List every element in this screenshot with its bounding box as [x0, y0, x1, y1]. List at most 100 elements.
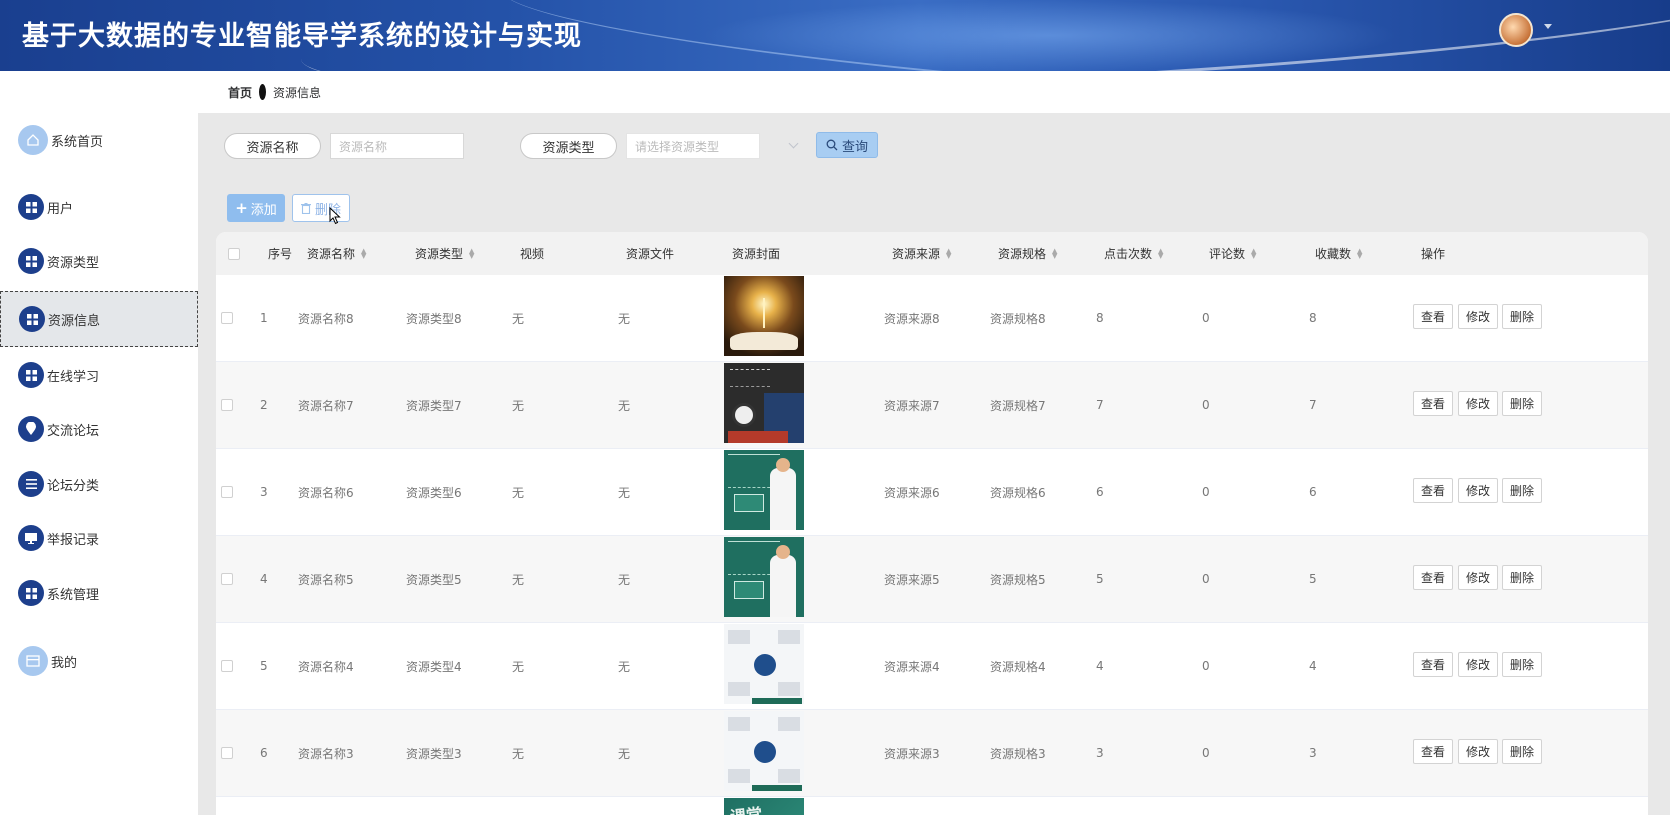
header-type[interactable]: 资源类型 ▲ ▼: [415, 232, 474, 275]
delete-button[interactable]: 删除: [1502, 652, 1542, 677]
view-button[interactable]: 查看: [1413, 565, 1453, 590]
edit-button[interactable]: 修改: [1458, 652, 1498, 677]
table-row[interactable]: 5 资源名称4 资源类型4 无 无 资源来源4 资源规格4 4 0 4 查看 修改 删除: [216, 623, 1648, 710]
header-spec[interactable]: 资源规格 ▲ ▼: [998, 232, 1057, 275]
cell-name: 资源名称5: [298, 572, 354, 587]
sidebar-item-label: 举报记录: [47, 532, 100, 548]
resource-cover-image: 课堂: [724, 798, 804, 815]
row-checkbox[interactable]: [221, 449, 233, 535]
sidebar-item-label: 资源信息: [48, 313, 101, 329]
header-favorites[interactable]: 收藏数 ▲ ▼: [1315, 232, 1362, 275]
main-content: 资源名称 资源名称 资源类型 请选择资源类型 查询 + 添加 删除 序号 资源名…: [198, 113, 1670, 815]
header-comments-label: 评论数: [1209, 247, 1246, 261]
resource-table: 序号 资源名称 ▲ ▼ 资源类型 ▲ ▼ 视频 资源文件 资源封面 资源来源 ▲ ▼ 资源规…: [216, 232, 1648, 815]
sidebar-item-resource-type[interactable]: 资源类型: [0, 234, 198, 288]
delete-button[interactable]: 删除: [1502, 391, 1542, 416]
resource-type-select[interactable]: 请选择资源类型: [626, 133, 760, 159]
cell-type: 资源类型4: [406, 659, 462, 674]
search-icon: [826, 139, 838, 151]
row-checkbox[interactable]: [221, 275, 233, 361]
chevron-down-icon[interactable]: [1544, 24, 1552, 29]
cell-file: 无: [618, 572, 631, 587]
header-clicks[interactable]: 点击次数 ▲ ▼: [1104, 232, 1163, 275]
sidebar-item-home[interactable]: 系统首页: [0, 113, 198, 167]
edit-button[interactable]: 修改: [1458, 739, 1498, 764]
cell-index: 6: [260, 746, 268, 760]
row-checkbox[interactable]: [221, 362, 233, 448]
select-all-checkbox[interactable]: [228, 232, 240, 275]
query-button[interactable]: 查询: [816, 132, 878, 158]
delete-button[interactable]: 删除: [1502, 739, 1542, 764]
sidebar-item-system-management[interactable]: 系统管理: [0, 566, 198, 620]
cell-spec: 资源规格7: [990, 398, 1046, 413]
sidebar-item-online-learning[interactable]: 在线学习: [0, 348, 198, 402]
breadcrumb-home[interactable]: 首页: [228, 84, 252, 101]
table-row[interactable]: 3 资源名称6 资源类型6 无 无 资源来源6 资源规格6 6 0 6 查看 修改 删除: [216, 449, 1648, 536]
cell-clicks: 5: [1096, 572, 1104, 586]
sort-icon[interactable]: ▲ ▼: [1052, 247, 1057, 259]
cell-clicks: 4: [1096, 659, 1104, 673]
cell-clicks: 7: [1096, 398, 1104, 412]
cell-spec: 资源规格8: [990, 311, 1046, 326]
edit-button[interactable]: 修改: [1458, 391, 1498, 416]
cell-clicks: 6: [1096, 485, 1104, 499]
header-clicks-label: 点击次数: [1104, 247, 1153, 261]
cell-source: 资源来源3: [884, 746, 940, 761]
edit-button[interactable]: 修改: [1458, 478, 1498, 503]
view-button[interactable]: 查看: [1413, 304, 1453, 329]
home-icon: [18, 125, 48, 155]
header-comments[interactable]: 评论数 ▲ ▼: [1209, 232, 1256, 275]
edit-button[interactable]: 修改: [1458, 304, 1498, 329]
view-button[interactable]: 查看: [1413, 478, 1453, 503]
avatar[interactable]: [1499, 13, 1533, 47]
list-icon: [18, 471, 44, 497]
grid-icon: [18, 194, 44, 220]
header-index: 序号: [268, 247, 293, 261]
cell-source: 资源来源4: [884, 659, 940, 674]
table-row[interactable]: 4 资源名称5 资源类型5 无 无 资源来源5 资源规格5 5 0 5 查看 修改 删除: [216, 536, 1648, 623]
grid-icon: [18, 362, 44, 388]
breadcrumb: 首页 资源信息: [198, 71, 1670, 113]
sort-icon[interactable]: ▲ ▼: [1251, 247, 1256, 259]
sort-icon[interactable]: ▲ ▼: [361, 247, 366, 259]
resource-cover-image: [724, 624, 804, 704]
sidebar-item-reports[interactable]: 举报记录: [0, 511, 198, 565]
view-button[interactable]: 查看: [1413, 652, 1453, 677]
sort-icon[interactable]: ▲ ▼: [1158, 247, 1163, 259]
view-button[interactable]: 查看: [1413, 739, 1453, 764]
sidebar-item-resource-info[interactable]: 资源信息: [0, 291, 198, 347]
batch-delete-button[interactable]: 删除: [292, 194, 350, 222]
cell-name: 资源名称6: [298, 485, 354, 500]
sort-icon[interactable]: ▲ ▼: [946, 247, 951, 259]
header-name[interactable]: 资源名称 ▲ ▼: [307, 232, 366, 275]
row-checkbox[interactable]: [221, 710, 233, 796]
delete-button[interactable]: 删除: [1502, 478, 1542, 503]
header-source-label: 资源来源: [892, 247, 941, 261]
cell-spec: 资源规格6: [990, 485, 1046, 500]
edit-button[interactable]: 修改: [1458, 565, 1498, 590]
row-checkbox[interactable]: [221, 623, 233, 709]
table-row[interactable]: 6 资源名称3 资源类型3 无 无 资源来源3 资源规格3 3 0 3 查看 修改 删除: [216, 710, 1648, 797]
delete-button[interactable]: 删除: [1502, 565, 1542, 590]
add-button[interactable]: + 添加: [227, 194, 285, 222]
query-button-label: 查询: [841, 139, 868, 155]
row-checkbox[interactable]: [221, 536, 233, 622]
header-source[interactable]: 资源来源 ▲ ▼: [892, 232, 951, 275]
sidebar-item-mine[interactable]: 我的: [0, 634, 198, 688]
resource-name-input[interactable]: 资源名称: [330, 133, 464, 159]
delete-button[interactable]: 删除: [1502, 304, 1542, 329]
sort-icon[interactable]: ▲ ▼: [1357, 247, 1362, 259]
grid-icon: [18, 580, 44, 606]
resource-cover-image: [724, 276, 804, 356]
view-button[interactable]: 查看: [1413, 391, 1453, 416]
header-ops: 操作: [1421, 247, 1446, 261]
sidebar-item-forum[interactable]: 交流论坛: [0, 402, 198, 456]
sidebar-item-users[interactable]: 用户: [0, 180, 198, 234]
trash-icon: [300, 202, 311, 214]
sidebar-item-forum-category[interactable]: 论坛分类: [0, 457, 198, 511]
sort-icon[interactable]: ▲ ▼: [469, 247, 474, 259]
card-icon: [18, 646, 48, 676]
table-row[interactable]: 1 资源名称8 资源类型8 无 无 资源来源8 资源规格8 8 0 8 查看 修改 删除: [216, 275, 1648, 362]
chevron-down-icon[interactable]: [788, 138, 799, 149]
table-row[interactable]: 2 资源名称7 资源类型7 无 无 资源来源7 资源规格7 7 0 7 查看 修改 删除: [216, 362, 1648, 449]
